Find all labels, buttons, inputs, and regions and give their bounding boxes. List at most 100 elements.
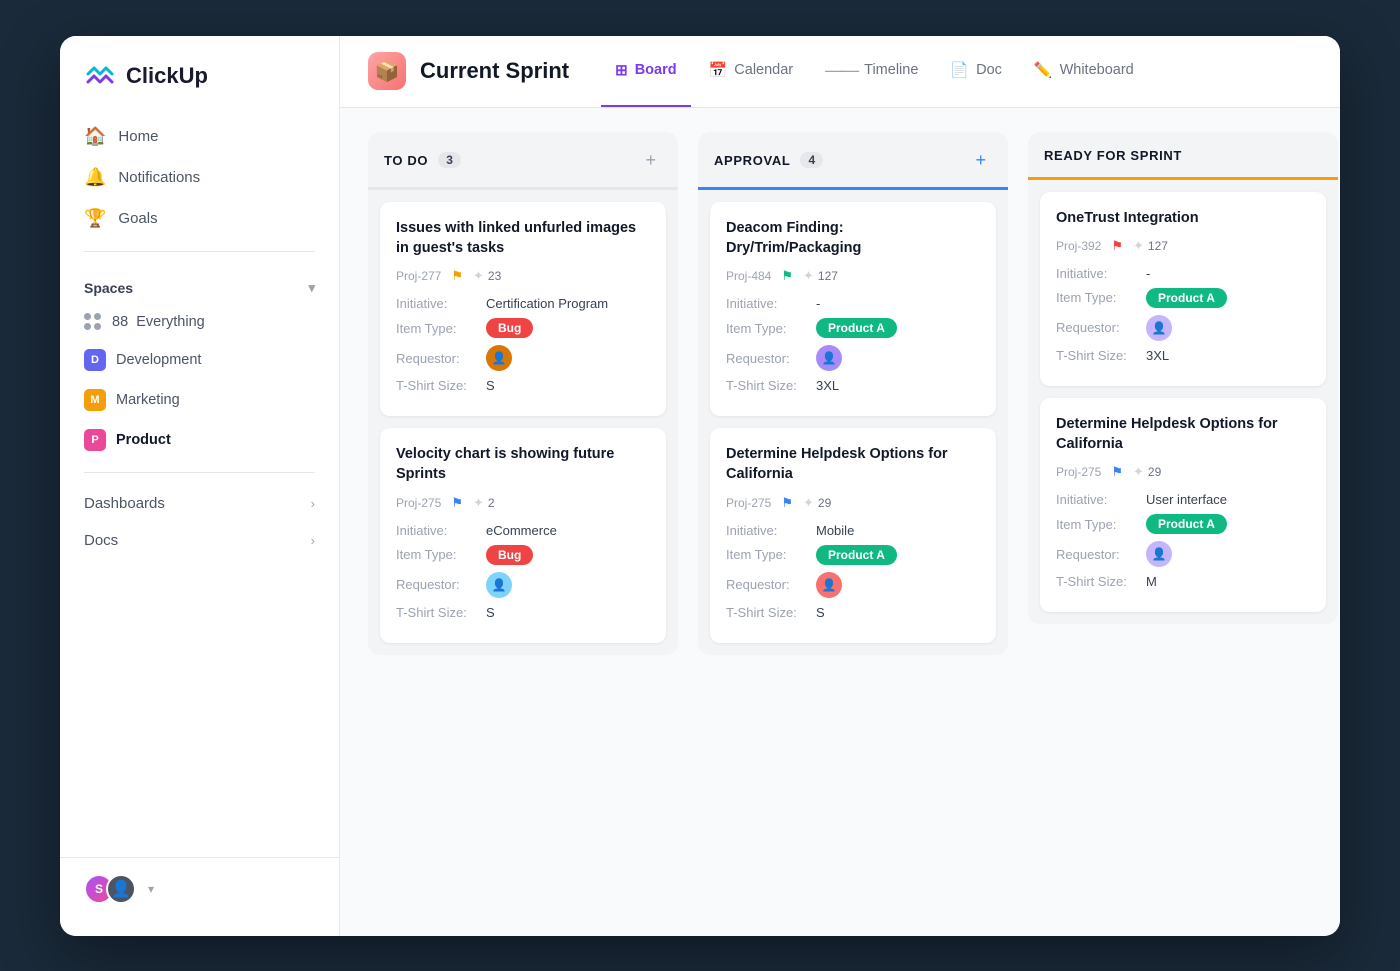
card-6-initiative-row: Initiative: User interface xyxy=(1056,492,1310,507)
card-6-tshirt-value: M xyxy=(1146,574,1157,589)
chevron-down-icon: ▾ xyxy=(308,280,315,296)
card-6-requestor-label: Requestor: xyxy=(1056,547,1146,562)
card-3-initiative-value: - xyxy=(816,296,820,311)
card-6-type-tag: Product A xyxy=(1146,514,1227,534)
sidebar-item-goals-label: Goals xyxy=(118,210,157,227)
card-2-initiative-value: eCommerce xyxy=(486,523,557,538)
card-6-initiative-value: User interface xyxy=(1146,492,1227,507)
tab-whiteboard[interactable]: ✏️ Whiteboard xyxy=(1020,36,1148,107)
sidebar-bottom: S 👤 ▾ xyxy=(60,857,339,920)
sidebar-item-home[interactable]: 🏠 Home xyxy=(72,116,327,157)
card-6-type-row: Item Type: Product A xyxy=(1056,514,1310,534)
tab-doc[interactable]: 📄 Doc xyxy=(936,36,1015,107)
header: 📦 Current Sprint ⊞ Board 📅 Calendar —— T… xyxy=(340,36,1340,108)
card-6-requestor-row: Requestor: 👤 xyxy=(1056,541,1310,567)
everything-label: 88 Everything xyxy=(112,314,205,330)
card-4-requestor-avatar: 👤 xyxy=(816,572,842,598)
tab-calendar[interactable]: 📅 Calendar xyxy=(695,36,808,107)
card-4-tshirt-value: S xyxy=(816,605,825,620)
sidebar-item-notifications[interactable]: 🔔 Notifications xyxy=(72,157,327,198)
column-approval-add[interactable]: + xyxy=(969,148,992,173)
flag-blue-icon-2: ⚑ xyxy=(781,495,793,511)
card-6-initiative-label: Initiative: xyxy=(1056,492,1146,507)
product-dot: P xyxy=(84,429,106,451)
card-6-tshirt-row: T-Shirt Size: M xyxy=(1056,574,1310,589)
column-approval-title: APPROVAL xyxy=(714,153,790,168)
flag-blue-icon-3: ⚑ xyxy=(1111,464,1123,480)
column-approval-header: APPROVAL 4 + xyxy=(698,132,1008,190)
card-3-initiative-label: Initiative: xyxy=(726,296,816,311)
card-6-tshirt-label: T-Shirt Size: xyxy=(1056,574,1146,589)
card-5-tshirt-label: T-Shirt Size: xyxy=(1056,348,1146,363)
card-ready-2: Determine Helpdesk Options for Californi… xyxy=(1040,398,1326,613)
card-6-meta: Proj-275 ⚑ ✦ 29 xyxy=(1056,464,1310,480)
sidebar-item-goals[interactable]: 🏆 Goals xyxy=(72,198,327,239)
flag-blue-icon: ⚑ xyxy=(451,495,463,511)
card-todo-1: Issues with linked unfurled images in gu… xyxy=(380,202,666,417)
home-icon: 🏠 xyxy=(84,126,106,147)
sidebar-item-everything[interactable]: 88 Everything xyxy=(72,304,327,340)
card-3-type-row: Item Type: Product A xyxy=(726,318,980,338)
card-3-requestor-row: Requestor: 👤 xyxy=(726,345,980,371)
card-4-initiative-row: Initiative: Mobile xyxy=(726,523,980,538)
board-tab-icon: ⊞ xyxy=(615,61,628,79)
card-5-type-tag: Product A xyxy=(1146,288,1227,308)
card-2-title: Velocity chart is showing future Sprints xyxy=(396,444,650,485)
card-1-meta: Proj-277 ⚑ ✦ 23 xyxy=(396,268,650,284)
card-1-type-tag: Bug xyxy=(486,318,533,338)
column-todo-cards: Issues with linked unfurled images in gu… xyxy=(368,190,678,655)
sidebar-item-marketing[interactable]: M Marketing xyxy=(72,380,327,420)
tab-timeline[interactable]: —— Timeline xyxy=(811,36,932,107)
card-5-meta: Proj-392 ⚑ ✦ 127 xyxy=(1056,238,1310,254)
avatar-stack: S 👤 xyxy=(84,874,136,904)
card-2-requestor-row: Requestor: 👤 xyxy=(396,572,650,598)
card-4-initiative-label: Initiative: xyxy=(726,523,816,538)
sidebar-item-development[interactable]: D Development xyxy=(72,340,327,380)
column-approval-title-row: APPROVAL 4 xyxy=(714,152,823,168)
points-icon-2: ✦ xyxy=(473,495,484,511)
card-6-title: Determine Helpdesk Options for Californi… xyxy=(1056,414,1310,455)
tab-board[interactable]: ⊞ Board xyxy=(601,36,690,107)
whiteboard-tab-icon: ✏️ xyxy=(1034,61,1053,79)
sidebar-item-dashboards[interactable]: Dashboards › xyxy=(60,485,339,522)
card-4-title: Determine Helpdesk Options for Californi… xyxy=(726,444,980,485)
sidebar-item-notifications-label: Notifications xyxy=(118,169,200,186)
card-2-requestor-label: Requestor: xyxy=(396,577,486,592)
column-todo-header: TO DO 3 + xyxy=(368,132,678,190)
flag-red-icon: ⚑ xyxy=(1111,238,1123,254)
card-6-proj-id: Proj-275 xyxy=(1056,465,1101,479)
card-3-tshirt-row: T-Shirt Size: 3XL xyxy=(726,378,980,393)
development-dot: D xyxy=(84,349,106,371)
card-2-meta: Proj-275 ⚑ ✦ 2 xyxy=(396,495,650,511)
card-5-requestor-row: Requestor: 👤 xyxy=(1056,315,1310,341)
sidebar: ClickUp 🏠 Home 🔔 Notifications 🏆 Goals S… xyxy=(60,36,340,936)
card-4-type-row: Item Type: Product A xyxy=(726,545,980,565)
card-3-requestor-avatar: 👤 xyxy=(816,345,842,371)
card-4-requestor-label: Requestor: xyxy=(726,577,816,592)
card-6-requestor-avatar: 👤 xyxy=(1146,541,1172,567)
page-title: Current Sprint xyxy=(420,58,569,84)
user-dropdown-arrow[interactable]: ▾ xyxy=(148,882,154,896)
card-1-requestor-avatar: 👤 xyxy=(486,345,512,371)
app-name: ClickUp xyxy=(126,63,208,89)
column-todo-add[interactable]: + xyxy=(639,148,662,173)
sidebar-item-docs[interactable]: Docs › xyxy=(60,522,339,559)
column-todo-title: TO DO xyxy=(384,153,428,168)
card-1-title: Issues with linked unfurled images in gu… xyxy=(396,218,650,259)
tab-calendar-label: Calendar xyxy=(734,62,793,78)
card-5-tshirt-value: 3XL xyxy=(1146,348,1169,363)
clickup-logo-icon xyxy=(84,60,116,92)
marketing-label: Marketing xyxy=(116,392,180,408)
card-2-tshirt-label: T-Shirt Size: xyxy=(396,605,486,620)
points-icon-3: ✦ xyxy=(803,268,814,284)
tab-doc-label: Doc xyxy=(976,62,1002,78)
card-1-type-label: Item Type: xyxy=(396,321,486,336)
sidebar-item-product[interactable]: P Product xyxy=(72,420,327,460)
timeline-tab-icon: —— xyxy=(825,60,857,81)
card-4-initiative-value: Mobile xyxy=(816,523,854,538)
card-4-type-label: Item Type: xyxy=(726,547,816,562)
card-1-tshirt-label: T-Shirt Size: xyxy=(396,378,486,393)
marketing-dot: M xyxy=(84,389,106,411)
points-icon-4: ✦ xyxy=(803,495,814,511)
card-5-initiative-row: Initiative: - xyxy=(1056,266,1310,281)
